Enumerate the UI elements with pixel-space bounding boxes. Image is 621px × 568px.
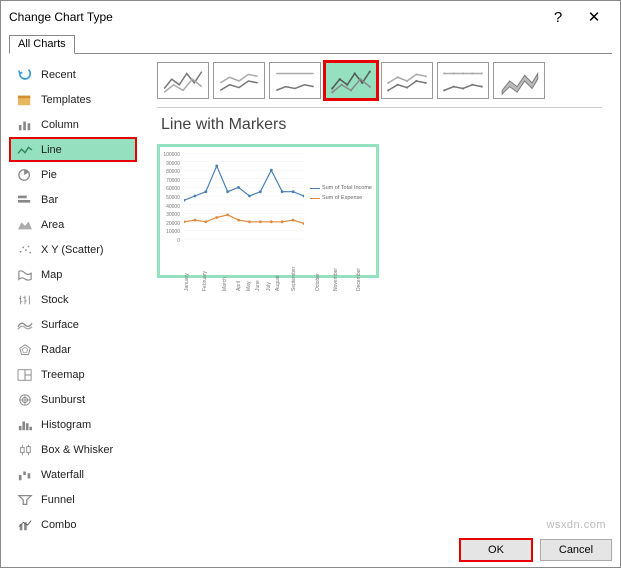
sunburst-icon	[15, 391, 35, 409]
tab-all-charts[interactable]: All Charts	[9, 35, 75, 54]
subtype-100-stacked-line-with-markers[interactable]	[437, 62, 489, 99]
sidebar-item-label: Pie	[41, 169, 57, 181]
sidebar-item-line[interactable]: Line	[9, 137, 137, 162]
sidebar-item-pie[interactable]: Pie	[9, 162, 137, 187]
sidebar-item-label: Combo	[41, 519, 76, 531]
sidebar-item-funnel[interactable]: Funnel	[9, 487, 137, 512]
dialog-footer: OK Cancel	[460, 539, 612, 561]
box-whisker-icon	[15, 441, 35, 459]
title-bar: Change Chart Type ? ✕	[1, 1, 620, 33]
bar-icon	[15, 191, 35, 209]
waterfall-icon	[15, 466, 35, 484]
subtype-stacked-line[interactable]	[213, 62, 265, 99]
sidebar-item-stock[interactable]: Stock	[9, 287, 137, 312]
sidebar-item-treemap[interactable]: Treemap	[9, 362, 137, 387]
sidebar-item-label: Column	[41, 119, 79, 131]
sidebar-item-label: Histogram	[41, 419, 91, 431]
help-button[interactable]: ?	[540, 9, 576, 26]
sidebar-item-label: Treemap	[41, 369, 85, 381]
sidebar-item-label: Recent	[41, 69, 76, 81]
tab-strip: All Charts	[1, 33, 620, 53]
templates-icon	[15, 91, 35, 109]
line-icon	[15, 141, 35, 159]
combo-icon	[15, 516, 35, 534]
radar-icon	[15, 341, 35, 359]
chart-subtype-title: Line with Markers	[161, 116, 602, 134]
recent-icon	[15, 66, 35, 84]
subtype-3d-line[interactable]	[493, 62, 545, 99]
sidebar-item-label: Bar	[41, 194, 58, 206]
stock-icon	[15, 291, 35, 309]
subtype-100-stacked-line[interactable]	[269, 62, 321, 99]
funnel-icon	[15, 491, 35, 509]
main-panel: Line with Markers 1000009000080000700006…	[137, 54, 612, 515]
sidebar-item-bar[interactable]: Bar	[9, 187, 137, 212]
dialog-title: Change Chart Type	[9, 10, 113, 24]
sidebar-item-waterfall[interactable]: Waterfall	[9, 462, 137, 487]
chart-category-sidebar: Recent Templates Column Line Pie Bar Are…	[9, 54, 137, 515]
sidebar-item-label: Funnel	[41, 494, 75, 506]
sidebar-item-label: Waterfall	[41, 469, 84, 481]
sidebar-item-label: Box & Whisker	[41, 444, 113, 456]
sidebar-item-sunburst[interactable]: Sunburst	[9, 387, 137, 412]
subtype-stacked-line-with-markers[interactable]	[381, 62, 433, 99]
sidebar-item-column[interactable]: Column	[9, 112, 137, 137]
sidebar-item-map[interactable]: Map	[9, 262, 137, 287]
sidebar-item-radar[interactable]: Radar	[9, 337, 137, 362]
sidebar-item-templates[interactable]: Templates	[9, 87, 137, 112]
treemap-icon	[15, 366, 35, 384]
ok-button[interactable]: OK	[460, 539, 532, 561]
sidebar-item-area[interactable]: Area	[9, 212, 137, 237]
scatter-icon	[15, 241, 35, 259]
line-subtype-row	[157, 62, 602, 99]
sidebar-item-label: Area	[41, 219, 64, 231]
cancel-button[interactable]: Cancel	[540, 539, 612, 561]
sidebar-item-box-whisker[interactable]: Box & Whisker	[9, 437, 137, 462]
surface-icon	[15, 316, 35, 334]
histogram-icon	[15, 416, 35, 434]
preview-plot	[184, 153, 304, 245]
sidebar-item-label: Map	[41, 269, 62, 281]
map-icon	[15, 266, 35, 284]
close-button[interactable]: ✕	[576, 8, 612, 26]
sidebar-item-label: X Y (Scatter)	[41, 244, 104, 256]
sidebar-item-label: Surface	[41, 319, 79, 331]
sidebar-item-scatter[interactable]: X Y (Scatter)	[9, 237, 137, 262]
watermark: wsxdn.com	[546, 519, 606, 531]
separator	[157, 107, 602, 108]
column-icon	[15, 116, 35, 134]
pie-icon	[15, 166, 35, 184]
sidebar-item-label: Stock	[41, 294, 69, 306]
sidebar-item-recent[interactable]: Recent	[9, 62, 137, 87]
chart-preview[interactable]: 1000009000080000700006000050000400003000…	[157, 144, 379, 278]
dialog-content: Recent Templates Column Line Pie Bar Are…	[9, 53, 612, 515]
sidebar-item-surface[interactable]: Surface	[9, 312, 137, 337]
sidebar-item-label: Line	[41, 144, 62, 156]
sidebar-item-label: Sunburst	[41, 394, 85, 406]
area-icon	[15, 216, 35, 234]
sidebar-item-label: Radar	[41, 344, 71, 356]
sidebar-item-combo[interactable]: Combo	[9, 512, 137, 537]
subtype-line[interactable]	[157, 62, 209, 99]
sidebar-item-histogram[interactable]: Histogram	[9, 412, 137, 437]
x-axis-ticks: JanuaryFebruaryMarchAprilMayJuneJulyAugu…	[184, 267, 306, 273]
subtype-line-with-markers[interactable]	[325, 62, 377, 99]
sidebar-item-label: Templates	[41, 94, 91, 106]
chart-legend: Sum of Total IncomeSum of Expense	[310, 185, 372, 205]
y-axis-ticks: 1000009000080000700006000050000400003000…	[162, 151, 180, 246]
